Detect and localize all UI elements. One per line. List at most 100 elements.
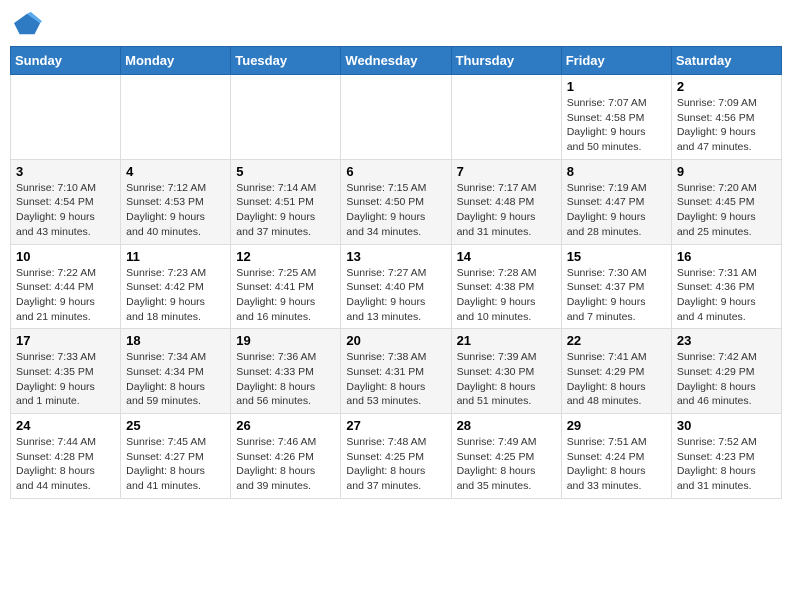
day-info: Sunrise: 7:14 AM Sunset: 4:51 PM Dayligh… (236, 181, 335, 240)
day-number: 14 (457, 249, 556, 264)
day-number: 7 (457, 164, 556, 179)
calendar-cell: 28Sunrise: 7:49 AM Sunset: 4:25 PM Dayli… (451, 414, 561, 499)
day-info: Sunrise: 7:09 AM Sunset: 4:56 PM Dayligh… (677, 96, 776, 155)
day-number: 1 (567, 79, 666, 94)
day-info: Sunrise: 7:15 AM Sunset: 4:50 PM Dayligh… (346, 181, 445, 240)
calendar-cell: 13 Sunrise: 7:27 AM Sunset: 4:40 PM Dayli… (341, 244, 451, 329)
calendar-week-row: 10Sunrise: 7:22 AM Sunset: 4:44 PM Dayli… (11, 244, 782, 329)
day-number: 3 (16, 164, 115, 179)
calendar-week-row: 17 Sunrise: 7:33 AM Sunset: 4:35 PM Dayli… (11, 329, 782, 414)
calendar-table: SundayMondayTuesdayWednesdayThursdayFrid… (10, 46, 782, 499)
calendar-cell (121, 75, 231, 160)
calendar-cell: 9 Sunrise: 7:20 AM Sunset: 4:45 PM Daylig… (671, 159, 781, 244)
day-number: 27 (346, 418, 445, 433)
day-info: Sunrise: 7:46 AM Sunset: 4:26 PM Dayligh… (236, 435, 335, 494)
calendar-cell: 1 Sunrise: 7:07 AM Sunset: 4:58 PM Daylig… (561, 75, 671, 160)
logo-icon (14, 10, 42, 38)
calendar-cell (11, 75, 121, 160)
day-info: Sunrise: 7:49 AM Sunset: 4:25 PM Dayligh… (457, 435, 556, 494)
day-info: Sunrise: 7:28 AM Sunset: 4:38 PM Dayligh… (457, 266, 556, 325)
day-info: Sunrise: 7:30 AM Sunset: 4:37 PM Dayligh… (567, 266, 666, 325)
calendar-cell: 18Sunrise: 7:34 AM Sunset: 4:34 PM Dayli… (121, 329, 231, 414)
day-number: 4 (126, 164, 225, 179)
column-header-monday: Monday (121, 47, 231, 75)
calendar-week-row: 24 Sunrise: 7:44 AM Sunset: 4:28 PM Dayli… (11, 414, 782, 499)
day-info: Sunrise: 7:38 AM Sunset: 4:31 PM Dayligh… (346, 350, 445, 409)
day-number: 24 (16, 418, 115, 433)
calendar-cell (341, 75, 451, 160)
calendar-cell: 6 Sunrise: 7:15 AM Sunset: 4:50 PM Daylig… (341, 159, 451, 244)
day-number: 21 (457, 333, 556, 348)
calendar-cell: 12Sunrise: 7:25 AM Sunset: 4:41 PM Dayli… (231, 244, 341, 329)
day-info: Sunrise: 7:42 AM Sunset: 4:29 PM Dayligh… (677, 350, 776, 409)
day-info: Sunrise: 7:33 AM Sunset: 4:35 PM Dayligh… (16, 350, 115, 409)
column-header-tuesday: Tuesday (231, 47, 341, 75)
day-info: Sunrise: 7:34 AM Sunset: 4:34 PM Dayligh… (126, 350, 225, 409)
day-number: 19 (236, 333, 335, 348)
calendar-cell (231, 75, 341, 160)
day-number: 29 (567, 418, 666, 433)
calendar-cell: 2 Sunrise: 7:09 AM Sunset: 4:56 PM Daylig… (671, 75, 781, 160)
day-number: 20 (346, 333, 445, 348)
day-number: 12 (236, 249, 335, 264)
day-number: 16 (677, 249, 776, 264)
calendar-cell: 22 Sunrise: 7:41 AM Sunset: 4:29 PM Dayli… (561, 329, 671, 414)
day-number: 30 (677, 418, 776, 433)
column-header-thursday: Thursday (451, 47, 561, 75)
calendar-week-row: 1 Sunrise: 7:07 AM Sunset: 4:58 PM Daylig… (11, 75, 782, 160)
day-info: Sunrise: 7:07 AM Sunset: 4:58 PM Dayligh… (567, 96, 666, 155)
day-number: 23 (677, 333, 776, 348)
day-number: 11 (126, 249, 225, 264)
calendar-cell: 29 Sunrise: 7:51 AM Sunset: 4:24 PM Dayli… (561, 414, 671, 499)
day-number: 25 (126, 418, 225, 433)
day-number: 22 (567, 333, 666, 348)
day-number: 13 (346, 249, 445, 264)
calendar-cell: 21 Sunrise: 7:39 AM Sunset: 4:30 PM Dayli… (451, 329, 561, 414)
day-info: Sunrise: 7:19 AM Sunset: 4:47 PM Dayligh… (567, 181, 666, 240)
day-info: Sunrise: 7:22 AM Sunset: 4:44 PM Dayligh… (16, 266, 115, 325)
calendar-cell: 10Sunrise: 7:22 AM Sunset: 4:44 PM Dayli… (11, 244, 121, 329)
day-info: Sunrise: 7:48 AM Sunset: 4:25 PM Dayligh… (346, 435, 445, 494)
day-info: Sunrise: 7:17 AM Sunset: 4:48 PM Dayligh… (457, 181, 556, 240)
day-number: 9 (677, 164, 776, 179)
day-info: Sunrise: 7:52 AM Sunset: 4:23 PM Dayligh… (677, 435, 776, 494)
calendar-cell: 23 Sunrise: 7:42 AM Sunset: 4:29 PM Dayli… (671, 329, 781, 414)
calendar-cell (451, 75, 561, 160)
page-header (10, 10, 782, 38)
day-info: Sunrise: 7:20 AM Sunset: 4:45 PM Dayligh… (677, 181, 776, 240)
calendar-cell: 19 Sunrise: 7:36 AM Sunset: 4:33 PM Dayli… (231, 329, 341, 414)
column-header-sunday: Sunday (11, 47, 121, 75)
calendar-cell: 27 Sunrise: 7:48 AM Sunset: 4:25 PM Dayli… (341, 414, 451, 499)
day-info: Sunrise: 7:45 AM Sunset: 4:27 PM Dayligh… (126, 435, 225, 494)
day-number: 26 (236, 418, 335, 433)
calendar-cell: 20 Sunrise: 7:38 AM Sunset: 4:31 PM Dayli… (341, 329, 451, 414)
day-info: Sunrise: 7:41 AM Sunset: 4:29 PM Dayligh… (567, 350, 666, 409)
logo (14, 10, 46, 38)
day-number: 8 (567, 164, 666, 179)
day-info: Sunrise: 7:10 AM Sunset: 4:54 PM Dayligh… (16, 181, 115, 240)
calendar-cell: 16 Sunrise: 7:31 AM Sunset: 4:36 PM Dayli… (671, 244, 781, 329)
day-info: Sunrise: 7:27 AM Sunset: 4:40 PM Dayligh… (346, 266, 445, 325)
day-info: Sunrise: 7:36 AM Sunset: 4:33 PM Dayligh… (236, 350, 335, 409)
calendar-cell: 17 Sunrise: 7:33 AM Sunset: 4:35 PM Dayli… (11, 329, 121, 414)
calendar-week-row: 3 Sunrise: 7:10 AM Sunset: 4:54 PM Daylig… (11, 159, 782, 244)
column-header-wednesday: Wednesday (341, 47, 451, 75)
day-info: Sunrise: 7:51 AM Sunset: 4:24 PM Dayligh… (567, 435, 666, 494)
day-info: Sunrise: 7:39 AM Sunset: 4:30 PM Dayligh… (457, 350, 556, 409)
day-info: Sunrise: 7:12 AM Sunset: 4:53 PM Dayligh… (126, 181, 225, 240)
day-info: Sunrise: 7:44 AM Sunset: 4:28 PM Dayligh… (16, 435, 115, 494)
day-number: 2 (677, 79, 776, 94)
day-info: Sunrise: 7:23 AM Sunset: 4:42 PM Dayligh… (126, 266, 225, 325)
calendar-cell: 15 Sunrise: 7:30 AM Sunset: 4:37 PM Dayli… (561, 244, 671, 329)
calendar-cell: 4 Sunrise: 7:12 AM Sunset: 4:53 PM Daylig… (121, 159, 231, 244)
calendar-header-row: SundayMondayTuesdayWednesdayThursdayFrid… (11, 47, 782, 75)
day-number: 5 (236, 164, 335, 179)
day-number: 6 (346, 164, 445, 179)
calendar-cell: 14 Sunrise: 7:28 AM Sunset: 4:38 PM Dayli… (451, 244, 561, 329)
calendar-cell: 8 Sunrise: 7:19 AM Sunset: 4:47 PM Daylig… (561, 159, 671, 244)
day-number: 15 (567, 249, 666, 264)
day-number: 17 (16, 333, 115, 348)
calendar-cell: 25 Sunrise: 7:45 AM Sunset: 4:27 PM Dayli… (121, 414, 231, 499)
day-info: Sunrise: 7:31 AM Sunset: 4:36 PM Dayligh… (677, 266, 776, 325)
calendar-cell: 3 Sunrise: 7:10 AM Sunset: 4:54 PM Daylig… (11, 159, 121, 244)
